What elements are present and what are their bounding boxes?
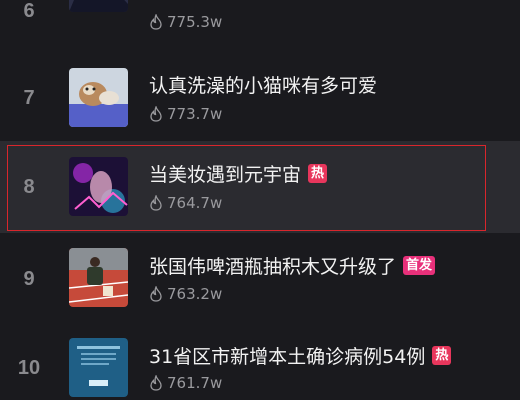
dark-figure-image bbox=[69, 0, 128, 12]
rank-number: 9 bbox=[23, 268, 35, 290]
first-release-badge: 首发 bbox=[403, 256, 436, 275]
flame-icon bbox=[150, 14, 162, 30]
rank-number: 10 bbox=[17, 357, 41, 379]
flame-icon bbox=[150, 375, 162, 391]
thumbnail[interactable] bbox=[69, 0, 128, 12]
view-count: 763.2w bbox=[149, 285, 222, 303]
hot-list: 6 775.3w 7 认真洗澡的小猫咪有多可爱 773.7w 8 当美妆遇到元宇… bbox=[0, 0, 520, 400]
list-item[interactable]: 10 31省区市新增本土确诊病例54例 热 761.7w bbox=[0, 323, 520, 400]
title-line: 张国伟啤酒瓶抽积木又升级了 首发 bbox=[149, 252, 436, 279]
view-count-text: 761.7w bbox=[167, 374, 223, 392]
title-line: 认真洗澡的小猫咪有多可爱 bbox=[149, 71, 377, 98]
list-item-selected[interactable]: 8 当美妆遇到元宇宙 热 764.7w bbox=[0, 141, 520, 233]
view-count-text: 764.7w bbox=[167, 194, 223, 212]
title-line: 31省区市新增本土确诊病例54例 热 bbox=[149, 342, 452, 369]
hot-badge: 热 bbox=[432, 346, 452, 365]
thumbnail[interactable] bbox=[69, 248, 128, 307]
item-title[interactable]: 张国伟啤酒瓶抽积木又升级了 bbox=[149, 252, 396, 279]
view-count: 764.7w bbox=[149, 194, 222, 212]
view-count-text: 775.3w bbox=[167, 13, 223, 31]
news-card-image bbox=[69, 338, 128, 397]
flame-icon bbox=[150, 286, 162, 302]
hot-badge: 热 bbox=[308, 164, 328, 183]
view-count: 775.3w bbox=[149, 13, 222, 31]
list-item[interactable]: 7 认真洗澡的小猫咪有多可爱 773.7w bbox=[0, 52, 520, 144]
list-item[interactable]: 9 张国伟啤酒瓶抽积木又升级了 首发 763.2w bbox=[0, 233, 520, 325]
flame-icon bbox=[150, 195, 162, 211]
rank-number: 6 bbox=[23, 0, 35, 22]
thumbnail[interactable] bbox=[69, 338, 128, 397]
neon-makeup-image bbox=[69, 157, 128, 216]
view-count: 761.7w bbox=[149, 374, 222, 392]
flame-icon bbox=[150, 106, 162, 122]
view-count-text: 773.7w bbox=[167, 105, 223, 123]
item-title[interactable]: 当美妆遇到元宇宙 bbox=[149, 160, 301, 187]
view-count: 773.7w bbox=[149, 105, 222, 123]
rank-number: 8 bbox=[23, 176, 35, 198]
athlete-track-image bbox=[69, 248, 128, 307]
title-line: 当美妆遇到元宇宙 热 bbox=[149, 160, 328, 187]
thumbnail[interactable] bbox=[69, 157, 128, 216]
rank-number: 7 bbox=[23, 87, 35, 109]
item-title[interactable]: 认真洗澡的小猫咪有多可爱 bbox=[149, 71, 377, 98]
thumbnail[interactable] bbox=[69, 68, 128, 127]
kitten-bath-image bbox=[69, 68, 128, 127]
item-title[interactable]: 31省区市新增本土确诊病例54例 bbox=[149, 342, 425, 369]
view-count-text: 763.2w bbox=[167, 285, 223, 303]
list-item[interactable]: 6 775.3w bbox=[0, 0, 520, 46]
